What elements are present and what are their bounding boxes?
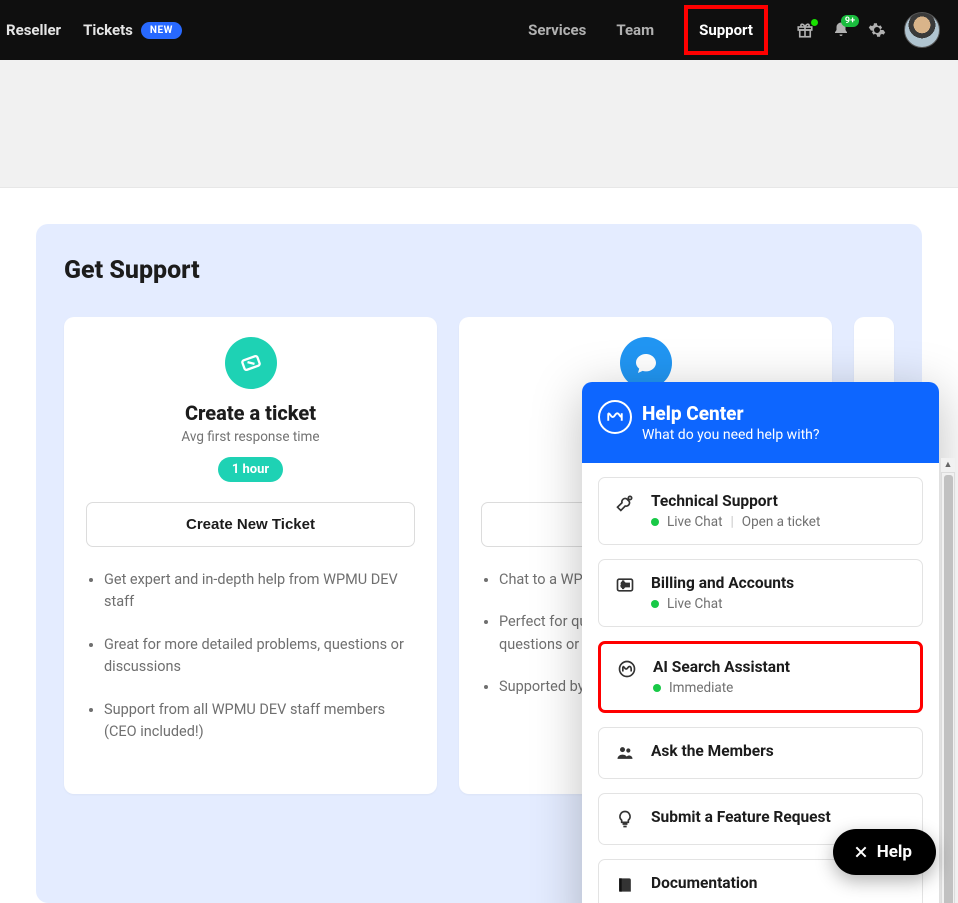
hc-meta-text: Live Chat: [667, 514, 723, 530]
gift-icon[interactable]: [796, 21, 814, 39]
status-dot: [651, 518, 659, 526]
book-icon: [615, 875, 635, 895]
card-subtitle: Avg first response time: [86, 429, 415, 445]
hc-item-title: Ask the Members: [651, 742, 906, 760]
hc-item-title: Technical Support: [651, 492, 906, 510]
page-subheader: [0, 60, 958, 188]
hc-item-meta: Live Chat: [651, 596, 906, 612]
hc-item-technical-support[interactable]: Technical Support Live Chat | Open a tic…: [598, 477, 923, 545]
help-center-subtitle: What do you need help with?: [642, 427, 917, 443]
nav-team[interactable]: Team: [616, 21, 654, 39]
hc-meta-text: Open a ticket: [742, 514, 821, 530]
separator: |: [731, 514, 734, 530]
hc-meta-text: Live Chat: [667, 596, 723, 612]
help-fab-label: Help: [877, 842, 912, 862]
response-time-pill: 1 hour: [218, 457, 283, 482]
wrench-icon: [615, 493, 635, 513]
scroll-up-arrow[interactable]: ▲: [941, 458, 955, 472]
scrollbar-thumb[interactable]: [944, 475, 953, 903]
billing-icon: $≡: [615, 575, 635, 595]
bell-icon[interactable]: 9+: [832, 21, 850, 39]
hc-item-title: AI Search Assistant: [653, 658, 904, 676]
svg-text:$≡: $≡: [621, 581, 630, 590]
help-center-title: Help Center: [642, 402, 917, 425]
help-center-header: Help Center What do you need help with?: [582, 382, 939, 463]
nav-reseller[interactable]: Reseller: [6, 21, 61, 39]
card-title: Create a ticket: [86, 401, 415, 425]
page-body: Get Support Create a ticket Avg first re…: [0, 188, 958, 903]
lightbulb-icon: [615, 809, 635, 829]
hc-item-ask-members[interactable]: Ask the Members: [598, 727, 923, 779]
gift-notification-dot: [811, 19, 818, 26]
help-center-popover: Help Center What do you need help with? …: [582, 382, 939, 903]
hc-item-meta: Live Chat | Open a ticket: [651, 514, 906, 530]
nav-services[interactable]: Services: [528, 21, 586, 39]
card-create-ticket: Create a ticket Avg first response time …: [64, 317, 437, 794]
list-item: Great for more detailed problems, questi…: [104, 634, 415, 679]
hc-item-billing[interactable]: $≡ Billing and Accounts Live Chat: [598, 559, 923, 627]
members-icon: [615, 743, 635, 763]
hc-item-title: Billing and Accounts: [651, 574, 906, 592]
close-icon: [853, 844, 869, 860]
scrollbar[interactable]: [941, 472, 955, 903]
notification-count-badge: 9+: [841, 15, 859, 27]
new-badge: NEW: [141, 22, 182, 39]
hc-item-ai-search[interactable]: AI Search Assistant Immediate: [598, 641, 923, 713]
card-bullets: Get expert and in-depth help from WPMU D…: [86, 569, 415, 744]
header-right: Services Team Support 9+: [528, 5, 940, 55]
nav-tickets[interactable]: Tickets NEW: [83, 21, 182, 39]
ai-icon: [617, 659, 637, 679]
nav-tickets-label: Tickets: [83, 21, 133, 39]
user-avatar[interactable]: [904, 12, 940, 48]
list-item: Get expert and in-depth help from WPMU D…: [104, 569, 415, 614]
hc-item-title: Submit a Feature Request: [651, 808, 906, 826]
status-dot: [653, 684, 661, 692]
page-title: Get Support: [64, 256, 894, 285]
nav-support[interactable]: Support: [684, 5, 768, 55]
help-center-logo-icon: [598, 400, 632, 434]
ticket-icon: [225, 337, 277, 389]
hc-meta-text: Immediate: [669, 680, 733, 696]
status-dot: [651, 600, 659, 608]
hc-item-meta: Immediate: [653, 680, 904, 696]
help-fab-button[interactable]: Help: [833, 829, 936, 875]
hc-item-title: Documentation: [651, 874, 906, 892]
header-left: Reseller Tickets NEW: [6, 21, 182, 39]
create-new-ticket-button[interactable]: Create New Ticket: [86, 502, 415, 547]
gear-icon[interactable]: [868, 21, 886, 39]
list-item: Support from all WPMU DEV staff members …: [104, 699, 415, 744]
app-header: Reseller Tickets NEW Services Team Suppo…: [0, 0, 958, 60]
header-nav: Services Team Support: [528, 5, 768, 55]
